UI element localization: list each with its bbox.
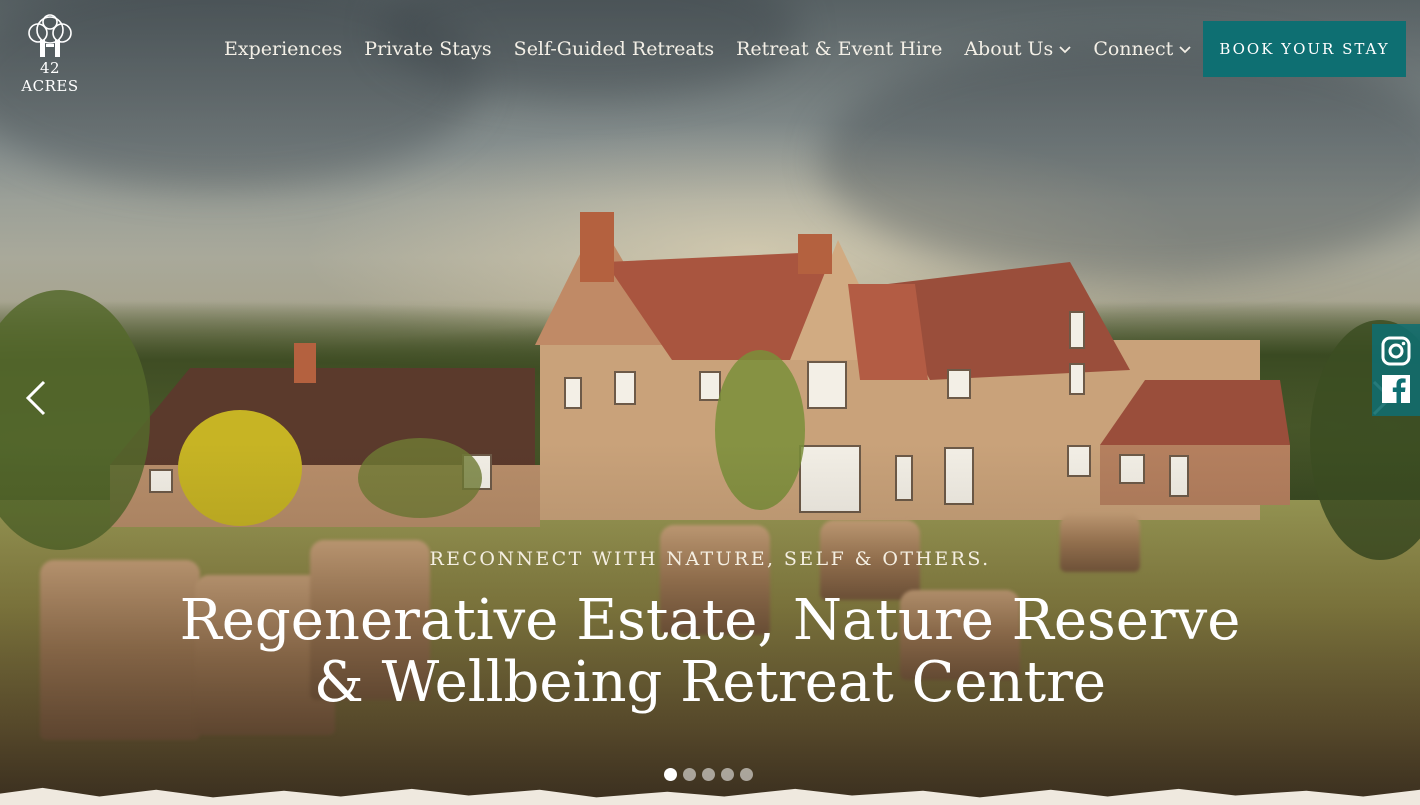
site-logo[interactable]: 42 ACRES <box>10 14 90 95</box>
hero-headline-line1: Regenerative Estate, Nature Reserve <box>179 588 1241 653</box>
nav-item-label: Self-Guided Retreats <box>513 38 715 60</box>
nav-item-experiences[interactable]: Experiences <box>224 38 342 60</box>
carousel-dot[interactable] <box>702 768 715 781</box>
nav-item-retreat-event-hire[interactable]: Retreat & Event Hire <box>736 38 942 60</box>
tree-logo-icon <box>28 14 72 57</box>
carousel-dot[interactable] <box>683 768 696 781</box>
hero-text: RECONNECT WITH NATURE, SELF & OTHERS. Re… <box>0 548 1420 714</box>
instagram-icon[interactable] <box>1381 336 1411 366</box>
chevron-down-icon <box>1179 46 1191 54</box>
social-sidebar <box>1372 324 1420 416</box>
nav-item-label: Connect <box>1093 38 1174 60</box>
nav-item-label: About Us <box>964 38 1054 60</box>
nav-item-label: Private Stays <box>364 38 492 60</box>
chevron-down-icon <box>1059 46 1071 54</box>
nav-item-private-stays[interactable]: Private Stays <box>364 38 491 60</box>
book-your-stay-button[interactable]: BOOK YOUR STAY <box>1203 21 1406 77</box>
nav-item-about-us[interactable]: About Us <box>964 38 1071 60</box>
hero-headline-line2: & Wellbeing Retreat Centre <box>313 650 1107 715</box>
hero-eyebrow: RECONNECT WITH NATURE, SELF & OTHERS. <box>429 548 991 570</box>
carousel-prev-arrow-icon[interactable] <box>22 378 50 418</box>
carousel-dots <box>664 768 753 781</box>
nav-item-connect[interactable]: Connect <box>1093 38 1191 60</box>
nav-item-label: Experiences <box>224 38 343 60</box>
carousel-dot[interactable] <box>740 768 753 781</box>
logo-text: 42 ACRES <box>21 59 79 95</box>
nav-item-label: Retreat & Event Hire <box>736 38 943 60</box>
hero-headline: Regenerative Estate, Nature Reserve & We… <box>0 590 1420 714</box>
carousel-dot[interactable] <box>664 768 677 781</box>
carousel-dot[interactable] <box>721 768 734 781</box>
facebook-icon[interactable] <box>1381 374 1411 404</box>
nav-item-self-guided-retreats[interactable]: Self-Guided Retreats <box>514 38 714 60</box>
main-nav: Experiences Private Stays Self-Guided Re… <box>224 34 1191 64</box>
